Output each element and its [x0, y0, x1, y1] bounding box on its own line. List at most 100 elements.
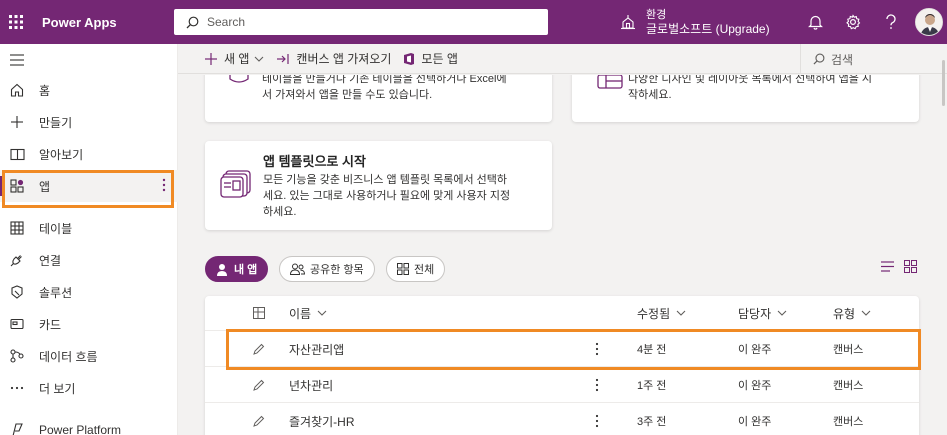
- column-header-owner[interactable]: 담당자: [738, 296, 787, 330]
- row-more-icon[interactable]: [595, 367, 599, 403]
- filter-my-apps[interactable]: 내 앱: [205, 256, 269, 282]
- filter-shared-label: 공유한 항목: [310, 264, 364, 276]
- import-canvas-app-label: 캔버스 앱 가져오기: [296, 52, 392, 66]
- scrollbar-thumb[interactable]: [942, 60, 945, 106]
- chevron-down-icon: [861, 310, 871, 316]
- column-header-type[interactable]: 유형: [833, 296, 871, 330]
- nav-item-tables[interactable]: 테이블: [0, 212, 178, 244]
- plug-icon: [9, 252, 25, 268]
- table-row[interactable]: 즐겨찾기-HR 3주 전 이 완주 캔버스: [205, 402, 919, 435]
- nav-label-create: 만들기: [39, 115, 73, 130]
- column-type-icon-header: [253, 296, 265, 330]
- vertical-scrollbar[interactable]: [940, 75, 947, 435]
- tile-view-icon[interactable]: [904, 260, 917, 273]
- environment-name: 글로벌소프트 (Upgrade): [646, 22, 770, 36]
- main-content: 테이블을 만들거나 기존 테이블을 선택하거나 Excel에 서 가져와서 앱을…: [178, 75, 940, 435]
- global-search-input[interactable]: [207, 15, 507, 29]
- bell-icon: [807, 15, 823, 30]
- start-from-template-card[interactable]: 앱 템플릿으로 시작 모든 기능을 갖춘 비즈니스 앱 템플릿 목록에서 선택하…: [205, 141, 552, 230]
- nav-label-tables: 테이블: [39, 221, 73, 236]
- nav-item-learn[interactable]: 알아보기: [0, 138, 178, 170]
- start-from-page-design-card[interactable]: 다양한 디자인 및 레이아웃 목록에서 선택하여 앱을 시 작하세요.: [572, 75, 919, 122]
- column-header-modified[interactable]: 수정됨: [637, 296, 686, 330]
- start-from-data-text-line-1: 테이블을 만들거나 기존 테이블을 선택하거나 Excel에: [262, 75, 507, 85]
- plus-icon: [9, 114, 25, 130]
- hamburger-icon: [9, 52, 25, 68]
- nav-item-power-platform[interactable]: Power Platform: [0, 414, 178, 435]
- command-bar: 새 앱 캔버스 앱 가져오기 모든 앱 검색: [178, 44, 947, 74]
- app-launcher-button[interactable]: [0, 0, 32, 44]
- filter-all[interactable]: 전체: [386, 256, 446, 282]
- notifications-button[interactable]: [796, 0, 834, 44]
- nav-label-power-platform: Power Platform: [39, 423, 122, 435]
- list-view-icon[interactable]: [881, 261, 894, 272]
- all-apps-label: 모든 앱: [421, 52, 458, 66]
- app-modified: 3주 전: [637, 416, 667, 428]
- environment-picker[interactable]: 환경 글로벌소프트 (Upgrade): [620, 4, 770, 40]
- filter-all-label: 전체: [414, 264, 435, 276]
- command-search-box[interactable]: 검색: [800, 44, 947, 74]
- user-photo-icon: [916, 9, 942, 35]
- nav-item-cards[interactable]: 카드: [0, 308, 178, 340]
- office-icon: [403, 52, 415, 66]
- global-search-box[interactable]: [174, 9, 548, 35]
- template-card-title: 앱 템플릿으로 시작: [263, 154, 366, 169]
- import-canvas-app-button[interactable]: 캔버스 앱 가져오기: [276, 44, 391, 74]
- gear-icon: [846, 14, 861, 30]
- waffle-icon: [9, 15, 23, 29]
- nav-item-dataflows[interactable]: 데이터 흐름: [0, 340, 178, 372]
- power-platform-icon: [9, 422, 25, 435]
- nav-label-more: 더 보기: [39, 381, 76, 396]
- chevron-down-icon: [777, 310, 787, 316]
- column-header-type-label: 유형: [833, 306, 856, 321]
- environment-icon: [620, 14, 636, 30]
- user-avatar[interactable]: [915, 8, 943, 36]
- nav-label-solutions: 솔루션: [39, 285, 73, 300]
- start-from-page-design-text-line-2: 작하세요.: [628, 89, 672, 101]
- layout-icon: [597, 75, 623, 89]
- new-app-button[interactable]: 새 앱: [204, 44, 270, 74]
- left-navigation: 홈 만들기 알아보기 앱 테이블 연결 솔루션 카드 데이터 흐름 더 보기 P…: [0, 44, 178, 435]
- filter-shared-with-me[interactable]: 공유한 항목: [279, 256, 375, 282]
- nav-item-connections[interactable]: 연결: [0, 244, 178, 276]
- nav-item-home[interactable]: 홈: [0, 74, 178, 106]
- chevron-down-icon: [317, 310, 327, 316]
- apps-nav-highlight: [2, 170, 174, 208]
- app-type: 캔버스: [833, 380, 864, 392]
- start-from-data-card[interactable]: 테이블을 만들거나 기존 테이블을 선택하거나 Excel에 서 가져와서 앱을…: [205, 75, 552, 122]
- pencil-icon: [253, 367, 265, 403]
- app-owner: 이 완주: [738, 416, 772, 428]
- nav-item-create[interactable]: 만들기: [0, 106, 178, 138]
- book-icon: [9, 146, 25, 162]
- all-apps-button[interactable]: 모든 앱: [403, 44, 458, 74]
- help-icon: [886, 14, 896, 29]
- flow-icon: [9, 348, 25, 364]
- search-icon: [813, 53, 825, 65]
- table-row[interactable]: 년차관리 1주 전 이 완주 캔버스: [205, 366, 919, 402]
- app-modified: 1주 전: [637, 380, 667, 392]
- column-header-name[interactable]: 이름: [289, 296, 327, 330]
- environment-label: 환경: [646, 9, 667, 21]
- nav-item-more[interactable]: 더 보기: [0, 372, 178, 404]
- chevron-down-icon: [254, 56, 264, 62]
- row-more-icon[interactable]: [595, 403, 599, 435]
- solution-icon: [9, 284, 25, 300]
- chevron-down-icon: [676, 310, 686, 316]
- app-title[interactable]: Power Apps: [42, 15, 117, 30]
- template-text-line-3: 하세요.: [263, 206, 297, 218]
- more-icon: [9, 380, 25, 396]
- template-text-line-1: 모든 기능을 갖춘 비즈니스 앱 템플릿 목록에서 선택하: [263, 174, 508, 186]
- nav-collapse-button[interactable]: [0, 44, 178, 76]
- settings-button[interactable]: [834, 0, 872, 44]
- app-name[interactable]: 즐겨찾기-HR: [289, 403, 355, 435]
- app-type-icon: [253, 307, 265, 319]
- apps-grid-icon: [397, 263, 409, 275]
- nav-label-cards: 카드: [39, 317, 62, 332]
- home-icon: [9, 82, 25, 98]
- new-app-label: 새 앱: [224, 52, 250, 66]
- nav-item-solutions[interactable]: 솔루션: [0, 276, 178, 308]
- plus-icon: [204, 52, 218, 66]
- app-type: 캔버스: [833, 416, 864, 428]
- app-name[interactable]: 년차관리: [289, 367, 333, 403]
- help-button[interactable]: [872, 0, 910, 44]
